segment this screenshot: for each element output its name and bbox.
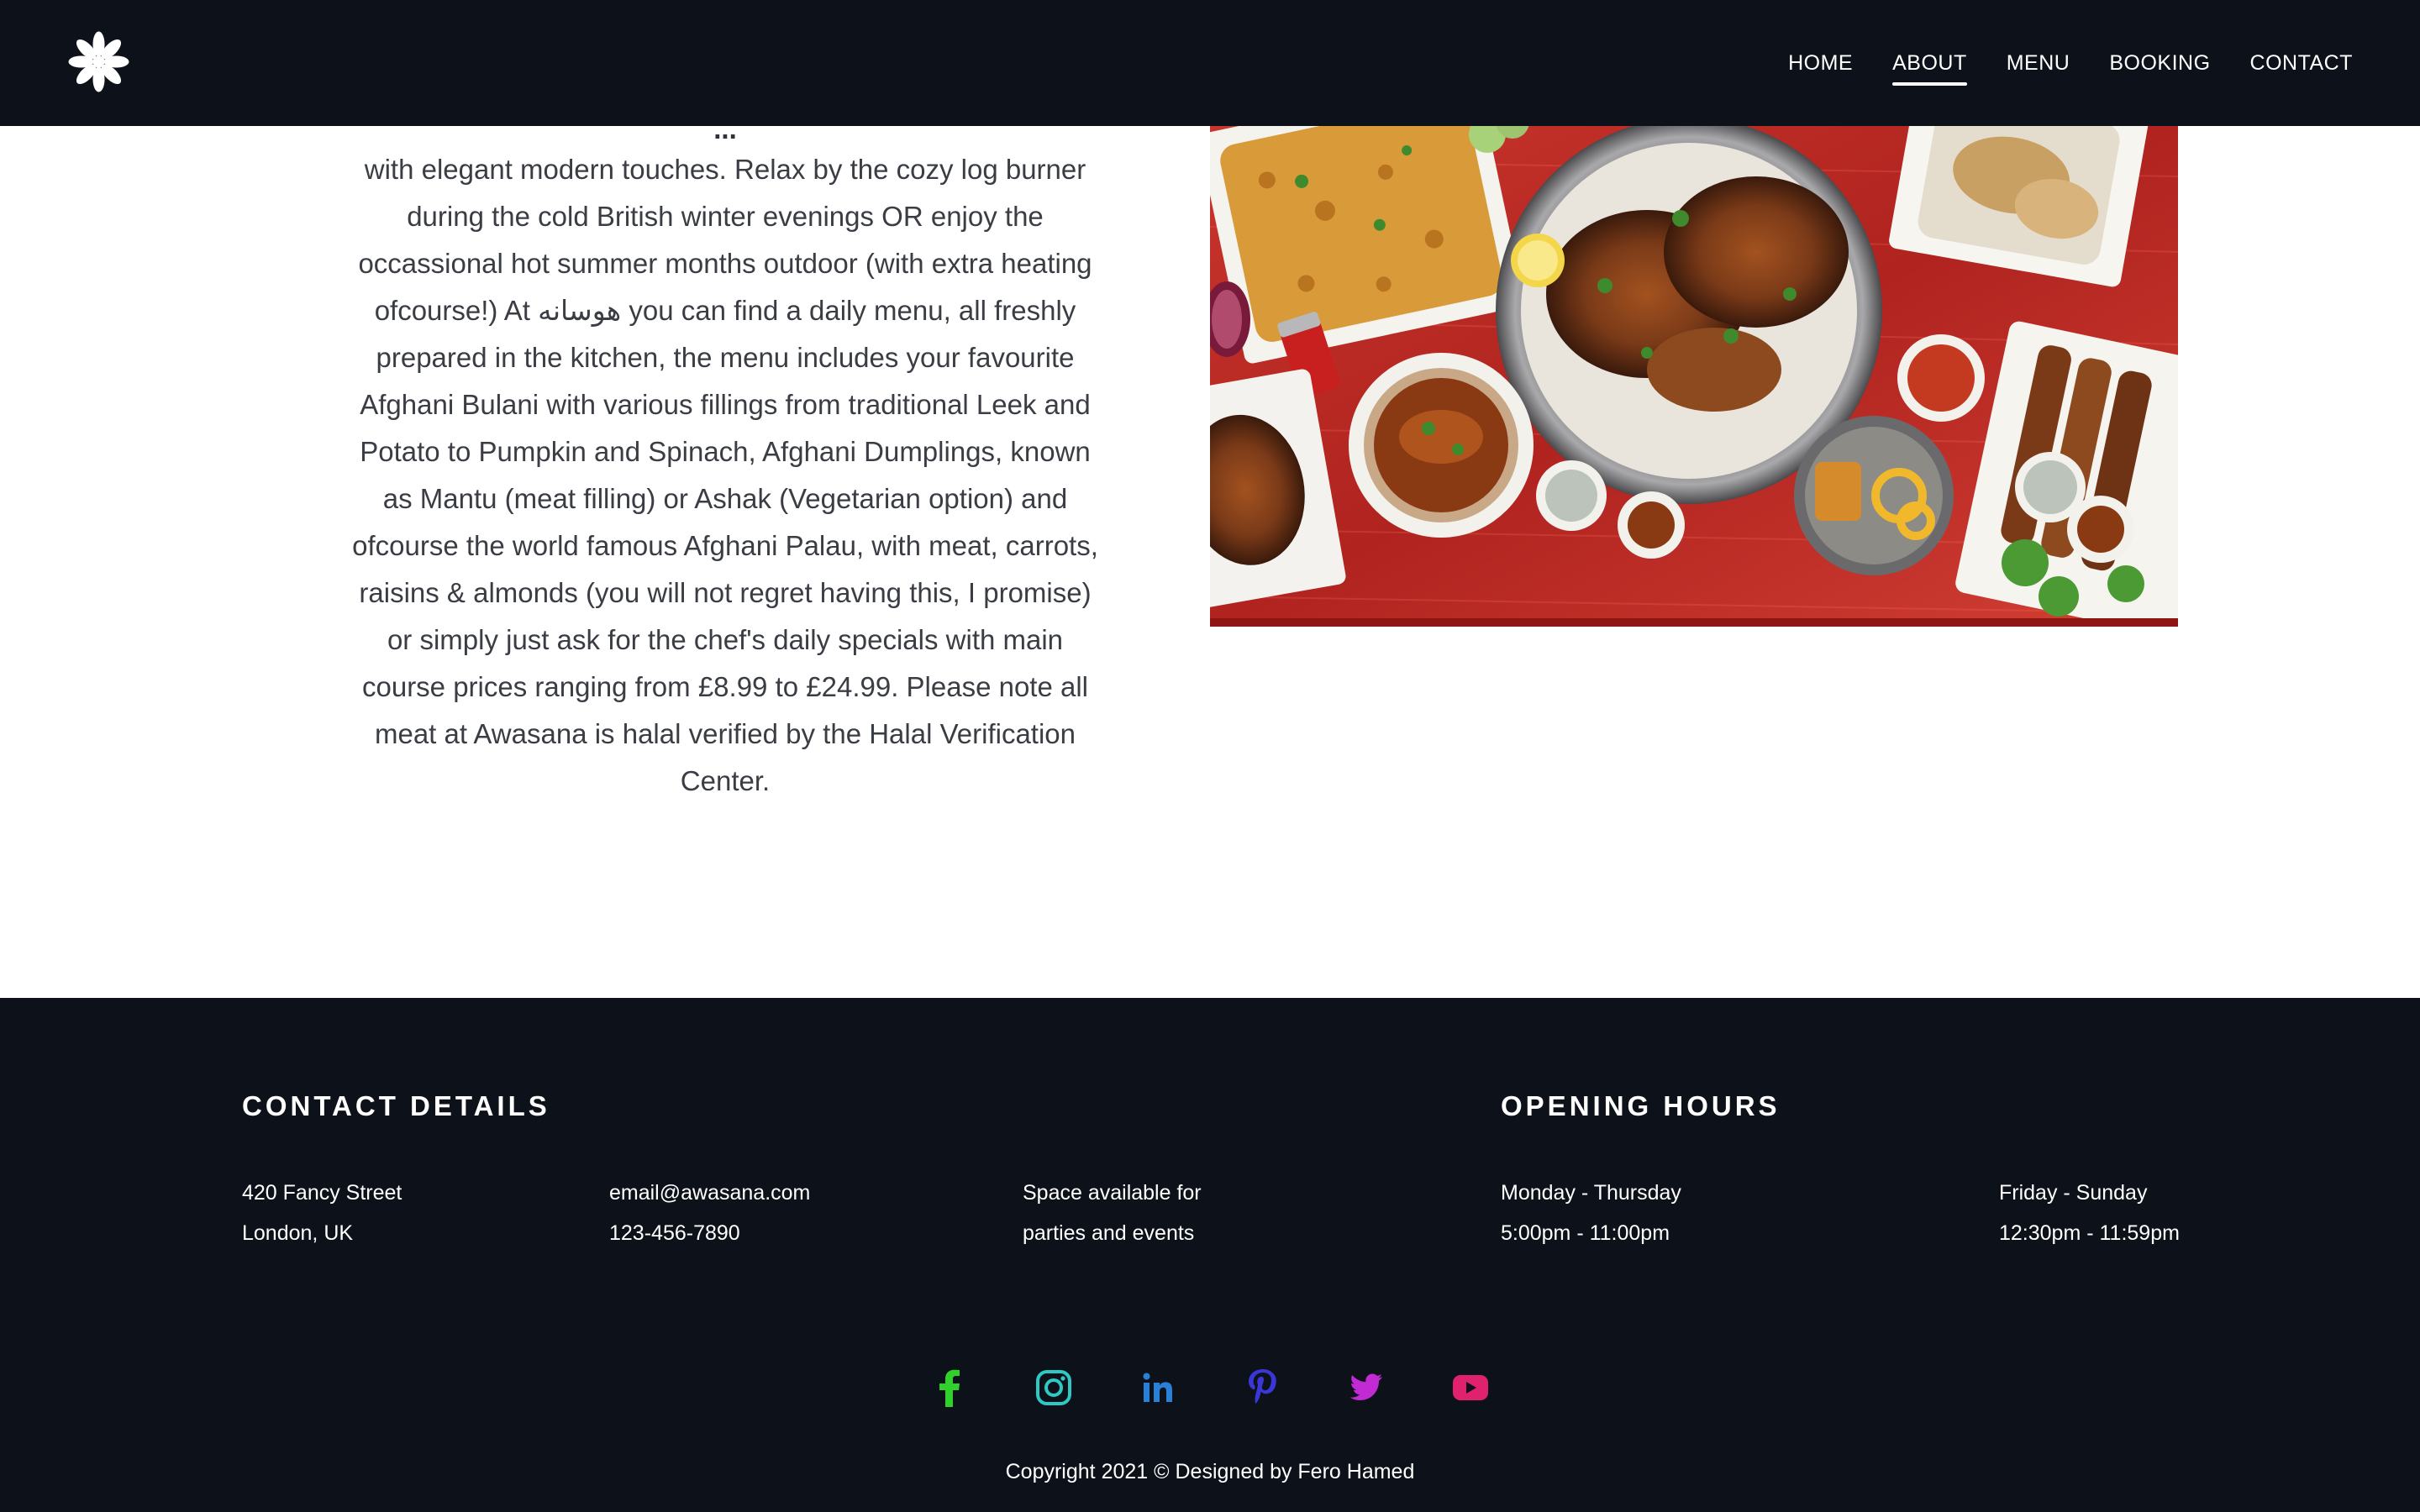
about-line: Afghani Bulani with various fillings fro… <box>360 389 1091 420</box>
about-line: ofcourse the world famous Afghani Palau,… <box>352 530 1098 561</box>
nav-menu-link[interactable]: MENU <box>2007 46 2070 81</box>
pinterest-icon[interactable] <box>1235 1361 1289 1415</box>
contact-block: email@awasana.com 123-456-7890 <box>609 1173 810 1253</box>
food-spread-image <box>1210 126 2178 627</box>
instagram-icon[interactable] <box>1027 1361 1081 1415</box>
phone-link[interactable]: 123-456-7890 <box>609 1213 810 1253</box>
site-footer: CONTACT DETAILS OPENING HOURS 420 Fancy … <box>0 998 2420 1512</box>
events-line: Space available for <box>1023 1181 1202 1205</box>
nav-about-link[interactable]: ABOUT <box>1892 46 1967 86</box>
events-block: Space available for parties and events <box>1023 1173 1202 1253</box>
nav-home-link[interactable]: HOME <box>1788 46 1853 81</box>
address-line: 420 Fancy Street <box>242 1181 402 1205</box>
opening-hours-heading: OPENING HOURS <box>1501 1090 1781 1121</box>
weekday-hours: Monday - Thursday 5:00pm - 11:00pm <box>1501 1173 1681 1253</box>
logo-icon[interactable] <box>67 30 130 93</box>
nav-booking-link[interactable]: BOOKING <box>2109 46 2210 81</box>
twitter-icon[interactable] <box>1339 1361 1393 1415</box>
hours-time: 12:30pm - 11:59pm <box>1999 1221 2180 1245</box>
facebook-icon[interactable] <box>923 1361 976 1415</box>
address-block: 420 Fancy Street London, UK <box>242 1173 402 1253</box>
about-section: ... with elegant modern touches. Relax b… <box>0 121 2420 998</box>
about-line: meat at Awasana is halal verified by the… <box>374 718 1076 749</box>
about-line: Center. <box>680 765 771 796</box>
about-description: ... with elegant modern touches. Relax b… <box>309 121 1141 805</box>
contact-details-heading: CONTACT DETAILS <box>242 1090 550 1121</box>
nav-contact-link[interactable]: CONTACT <box>2250 46 2353 81</box>
about-line: Potato to Pumpkin and Spinach, Afghani D… <box>360 436 1091 467</box>
youtube-icon[interactable] <box>1444 1361 1497 1415</box>
hours-time: 5:00pm - 11:00pm <box>1501 1221 1670 1245</box>
about-line: prepared in the kitchen, the menu includ… <box>376 342 1075 373</box>
hours-days: Monday - Thursday <box>1501 1181 1681 1205</box>
email-link[interactable]: email@awasana.com <box>609 1173 810 1213</box>
events-line: parties and events <box>1023 1221 1195 1245</box>
hours-days: Friday - Sunday <box>1999 1181 2148 1205</box>
about-line: raisins & almonds (you will not regret h… <box>359 577 1092 608</box>
about-line: during the cold British winter evenings … <box>407 201 1044 232</box>
about-line: course prices ranging from £8.99 to £24.… <box>361 671 1089 702</box>
about-line: or simply just ask for the chef's daily … <box>387 624 1064 655</box>
about-line: with elegant modern touches. Relax by th… <box>364 154 1086 185</box>
about-line: ofcourse!) At هوسانه you can find a dail… <box>374 295 1076 326</box>
linkedin-icon[interactable] <box>1131 1361 1185 1415</box>
top-navbar: HOME ABOUT MENU BOOKING CONTACT <box>0 0 2420 126</box>
about-line: as Mantu (meat filling) or Ashak (Vegeta… <box>382 483 1068 514</box>
main-nav: HOME ABOUT MENU BOOKING CONTACT <box>1749 0 2353 126</box>
social-links <box>0 1361 2420 1420</box>
about-line: occassional hot summer months outdoor (w… <box>358 248 1092 279</box>
weekend-hours: Friday - Sunday 12:30pm - 11:59pm <box>1999 1173 2180 1253</box>
address-line: London, UK <box>242 1221 354 1245</box>
copyright-text: Copyright 2021 © Designed by Fero Hamed <box>1005 1460 1415 1483</box>
